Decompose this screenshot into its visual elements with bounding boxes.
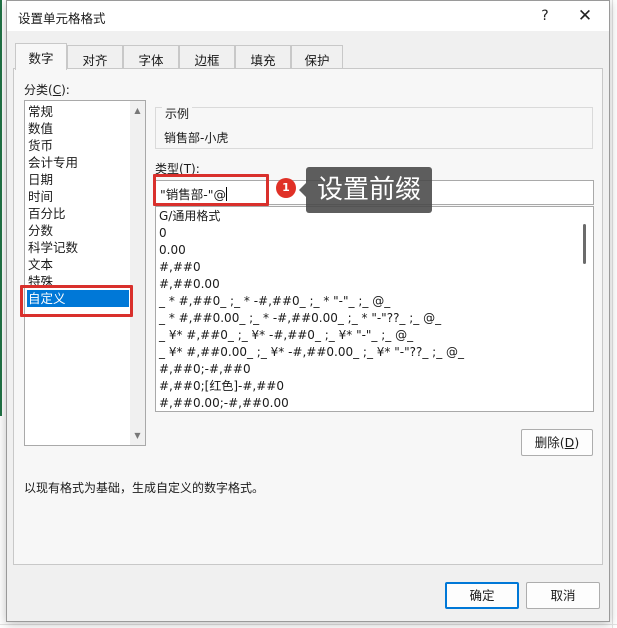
- delete-button[interactable]: 删除(D): [521, 429, 593, 456]
- list-item[interactable]: _ * #,##0_ ;_ * -#,##0_ ;_ * "-"_ ;_ @_: [159, 293, 390, 310]
- list-item[interactable]: 0: [159, 225, 167, 242]
- sample-legend: 示例: [162, 105, 193, 122]
- scroll-thumb[interactable]: [583, 224, 586, 264]
- list-item[interactable]: #,##0: [159, 259, 201, 276]
- list-item[interactable]: 文本: [27, 256, 129, 273]
- highlight-custom-category: [20, 285, 133, 317]
- list-item[interactable]: #,##0;[红色]-#,##0: [159, 378, 284, 395]
- tab-protection[interactable]: 保护: [291, 45, 343, 69]
- list-item[interactable]: 0.00: [159, 242, 186, 259]
- help-button[interactable]: ?: [527, 4, 563, 28]
- list-item[interactable]: 百分比: [27, 205, 129, 222]
- list-item[interactable]: #,##0;-#,##0: [159, 361, 251, 378]
- scroll-up-arrow-icon[interactable]: ▲: [132, 105, 143, 116]
- sample-value: 销售部-小虎: [164, 131, 229, 145]
- ok-button[interactable]: 确定: [445, 582, 519, 609]
- list-item[interactable]: 分数: [27, 222, 129, 239]
- list-item[interactable]: 货币: [27, 137, 129, 154]
- format-list[interactable]: G/通用格式 0 0.00 #,##0 #,##0.00 _ * #,##0_ …: [155, 206, 594, 412]
- tab-font[interactable]: 字体: [123, 45, 179, 69]
- list-item[interactable]: _ * #,##0.00_ ;_ * -#,##0.00_ ;_ * "-"??…: [159, 310, 441, 327]
- title-bar: 设置单元格格式 ? ✕: [7, 1, 609, 31]
- highlight-type-input: [153, 174, 269, 206]
- gridline: [0, 624, 617, 625]
- list-item[interactable]: 时间: [27, 188, 129, 205]
- list-item[interactable]: 数值: [27, 120, 129, 137]
- cancel-button[interactable]: 取消: [526, 582, 600, 609]
- list-item[interactable]: _ ¥* #,##0_ ;_ ¥* -#,##0_ ;_ ¥* "-"_ ;_ …: [159, 327, 413, 344]
- list-item[interactable]: 会计专用: [27, 154, 129, 171]
- category-scrollbar[interactable]: ▲ ▼: [130, 101, 145, 445]
- tab-border[interactable]: 边框: [179, 45, 235, 69]
- close-button[interactable]: ✕: [567, 4, 603, 28]
- active-cell-border: [0, 0, 2, 416]
- scroll-down-arrow-icon[interactable]: ▼: [132, 430, 143, 441]
- gridline: [612, 0, 613, 628]
- list-item[interactable]: #,##0.00: [159, 276, 220, 293]
- description-text: 以现有格式为基础，生成自定义的数字格式。: [24, 481, 265, 495]
- list-item[interactable]: _ ¥* #,##0.00_ ;_ ¥* -#,##0.00_ ;_ ¥* "-…: [159, 344, 464, 361]
- callout-pointer: [299, 183, 306, 197]
- category-list[interactable]: 常规 数值 货币 会计专用 日期 时间 百分比 分数 科学记数 文本 特殊 自定…: [24, 100, 146, 446]
- dialog-title: 设置单元格格式: [18, 11, 106, 26]
- tab-fill[interactable]: 填充: [235, 45, 291, 69]
- tab-alignment[interactable]: 对齐: [67, 45, 123, 69]
- list-item[interactable]: G/通用格式: [159, 208, 220, 225]
- format-scrollbar[interactable]: [576, 207, 593, 411]
- list-item[interactable]: 常规: [27, 103, 129, 120]
- tab-number[interactable]: 数字: [15, 43, 67, 70]
- callout-label: 设置前缀: [306, 167, 432, 213]
- list-item[interactable]: #,##0.00;-#,##0.00: [159, 395, 289, 411]
- list-item[interactable]: 科学记数: [27, 239, 129, 256]
- category-label: 分类(C):: [24, 83, 70, 97]
- list-item[interactable]: 日期: [27, 171, 129, 188]
- step-badge: 1: [276, 178, 296, 198]
